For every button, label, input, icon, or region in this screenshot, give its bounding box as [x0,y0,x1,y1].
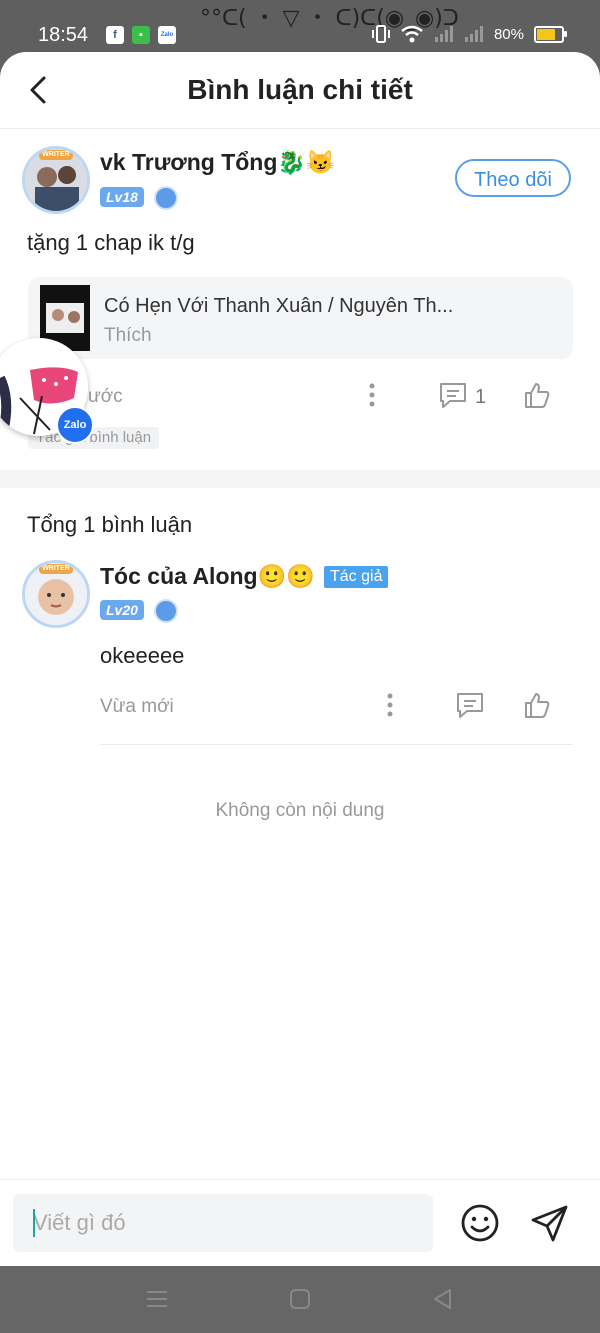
reply-text: okeeeee [100,643,185,668]
reply-level-badge: Lv20 [100,600,144,620]
like-icon[interactable] [522,690,552,720]
text-caret [33,1209,35,1237]
battery-icon [534,25,567,43]
book-title: Có Hẹn Với Thanh Xuân / Nguyên Th... [104,295,454,317]
follow-button[interactable]: Theo dõi [455,159,571,197]
vibrate-icon [371,25,390,43]
comment-text: tặng 1 chap ik t/g [27,230,195,255]
page-title: Bình luận chi tiết [187,74,413,105]
author-badge: Tác giả [324,566,389,588]
zalo-badge-icon: Zalo [56,406,94,444]
droplet-badge-icon [154,186,178,210]
header: Bình luận chi tiết [0,52,600,129]
writer-badge-icon: WRITER [39,150,73,160]
book-card[interactable]: Có Hẹn Với Thanh Xuân / Nguyên Th... Thí… [28,277,573,359]
username[interactable]: vk Trương Tổng🐉😼 [100,149,335,176]
system-nav-bar [0,1266,600,1333]
emoji-icon[interactable] [459,1202,501,1244]
reply-icon[interactable] [455,690,485,720]
reply-time: Vừa mới [100,696,174,717]
reply-avatar[interactable]: WRITER [22,560,90,628]
wifi-icon [401,25,423,43]
droplet-badge-icon [154,599,178,623]
wechat-icon: ▪ [132,26,150,44]
facebook-icon: f [106,26,124,44]
more-options-icon[interactable] [357,380,387,410]
zalo-icon: Zalo [158,26,176,44]
menu-icon[interactable] [144,1286,170,1312]
divider [100,744,573,745]
status-right: 80% [371,24,567,44]
back-nav-icon[interactable] [430,1286,456,1312]
composer-bar [0,1179,600,1266]
home-icon[interactable] [287,1286,313,1312]
like-icon[interactable] [522,380,552,410]
section-separator [0,470,600,488]
reply-icon[interactable] [438,380,468,410]
notification-icons: f ▪ Zalo [106,26,176,44]
writer-badge-icon: WRITER [39,564,73,574]
signal-icon-1 [434,26,453,42]
signal-icon-2 [464,26,483,42]
comment-detail-sheet: Bình luận chi tiết WRITER vk Trương Tổng… [0,52,600,1266]
book-subtitle: Thích [104,325,152,346]
reply-username[interactable]: Tóc của Along🙂🙂 [100,563,315,590]
battery-percent: 80% [493,25,524,43]
total-comments: Tổng 1 bình luận [27,512,193,537]
end-of-content: Không còn nội dung [215,800,385,821]
send-icon[interactable] [529,1202,571,1244]
comment-time: ước [88,386,123,407]
status-time: 18:54 [38,24,89,46]
level-badge: Lv18 [100,187,144,207]
reply-count: 1 [475,386,487,408]
comment-input[interactable] [13,1194,433,1252]
avatar[interactable]: WRITER [22,146,90,214]
battery-fill [537,28,555,40]
more-options-icon[interactable] [375,690,405,720]
